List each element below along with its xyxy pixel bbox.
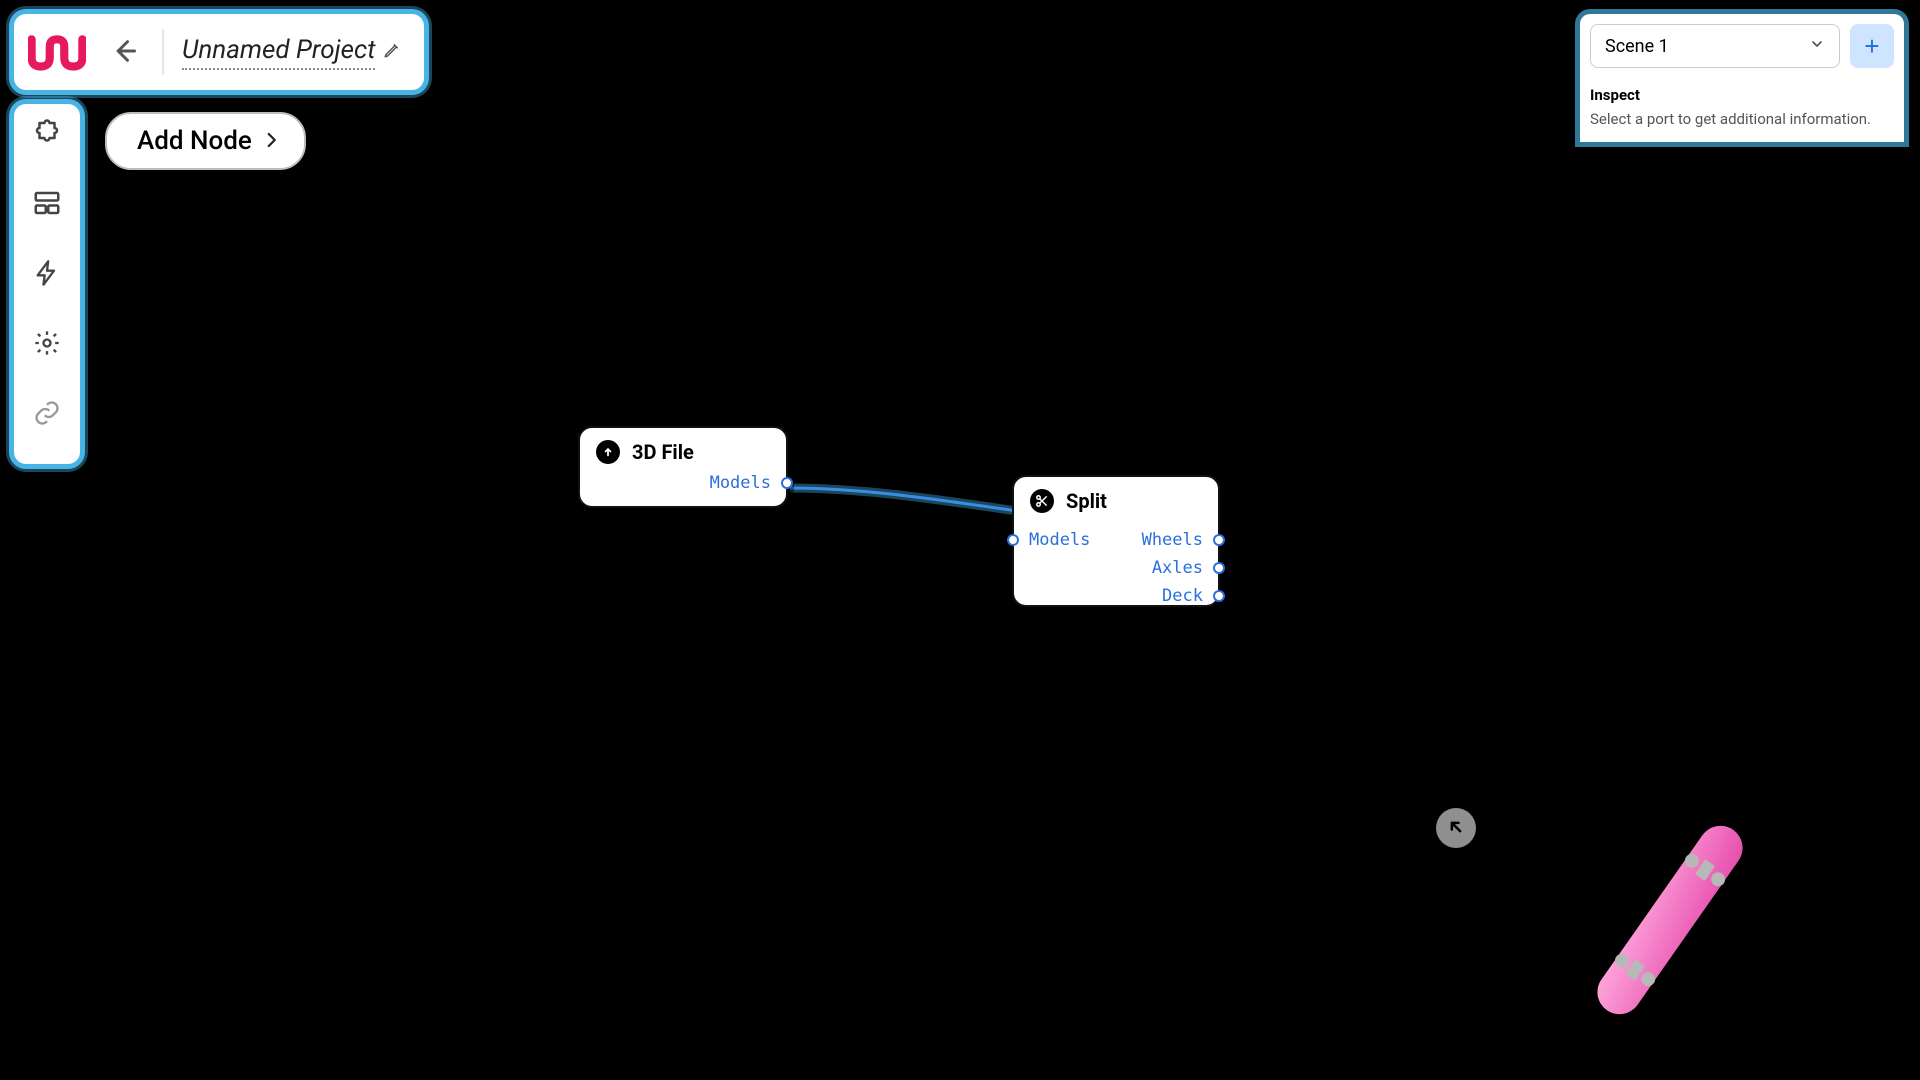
output-port-handle-deck[interactable]	[1213, 590, 1225, 602]
arrow-left-icon	[110, 37, 138, 68]
plus-icon: +	[1864, 31, 1879, 61]
sidebar-item-share[interactable]	[16, 394, 78, 434]
sidebar	[14, 104, 80, 464]
sidebar-item-nodes[interactable]	[16, 114, 78, 154]
node-title: 3D File	[632, 440, 694, 464]
upload-icon	[596, 440, 620, 464]
layout-icon	[32, 188, 62, 221]
scene-select[interactable]: Scene 1	[1590, 24, 1840, 68]
sidebar-item-settings[interactable]	[16, 324, 78, 364]
link-icon	[33, 399, 61, 430]
output-port-label: Deck	[1152, 586, 1213, 606]
input-port-label: Models	[1019, 530, 1100, 550]
add-node-label: Add Node	[137, 126, 252, 156]
arrow-up-left-icon	[1446, 817, 1466, 840]
scene-select-value: Scene 1	[1605, 36, 1669, 57]
gear-icon	[33, 329, 61, 360]
output-port-handle-models[interactable]	[781, 477, 793, 489]
output-port-label: Axles	[1142, 558, 1213, 578]
chevron-down-icon	[1809, 36, 1825, 57]
output-port-label: Models	[700, 473, 781, 493]
pencil-icon	[383, 41, 401, 63]
preview-expand-button[interactable]	[1436, 808, 1476, 848]
back-button[interactable]	[100, 28, 148, 76]
app-logo	[28, 33, 86, 71]
bolt-icon	[33, 259, 61, 290]
add-scene-button[interactable]: +	[1850, 24, 1894, 68]
output-port-handle-wheels[interactable]	[1213, 534, 1225, 546]
input-port-handle-models[interactable]	[1007, 534, 1019, 546]
chevron-right-icon	[262, 126, 280, 156]
sidebar-item-layout[interactable]	[16, 184, 78, 224]
preview-3d-object[interactable]	[1560, 800, 1780, 1040]
sidebar-item-power[interactable]	[16, 254, 78, 294]
add-node-popover[interactable]: Add Node	[105, 112, 306, 170]
node-3d-file[interactable]: 3D File Models	[578, 426, 788, 508]
scissors-icon	[1030, 489, 1054, 513]
output-port-label: Wheels	[1132, 530, 1213, 550]
inspect-heading: Inspect	[1590, 86, 1894, 104]
inspector-panel: Scene 1 + Inspect Select a port to get a…	[1580, 14, 1904, 142]
project-title: Unnamed Project	[182, 35, 375, 70]
puzzle-icon	[32, 118, 62, 151]
header-bar: Unnamed Project	[14, 14, 424, 90]
node-title: Split	[1066, 489, 1107, 513]
project-title-wrap[interactable]: Unnamed Project	[162, 29, 401, 75]
node-split[interactable]: Split Models Wheels Axles Deck	[1012, 475, 1220, 607]
inspect-body: Select a port to get additional informat…	[1590, 110, 1894, 128]
output-port-handle-axles[interactable]	[1213, 562, 1225, 574]
